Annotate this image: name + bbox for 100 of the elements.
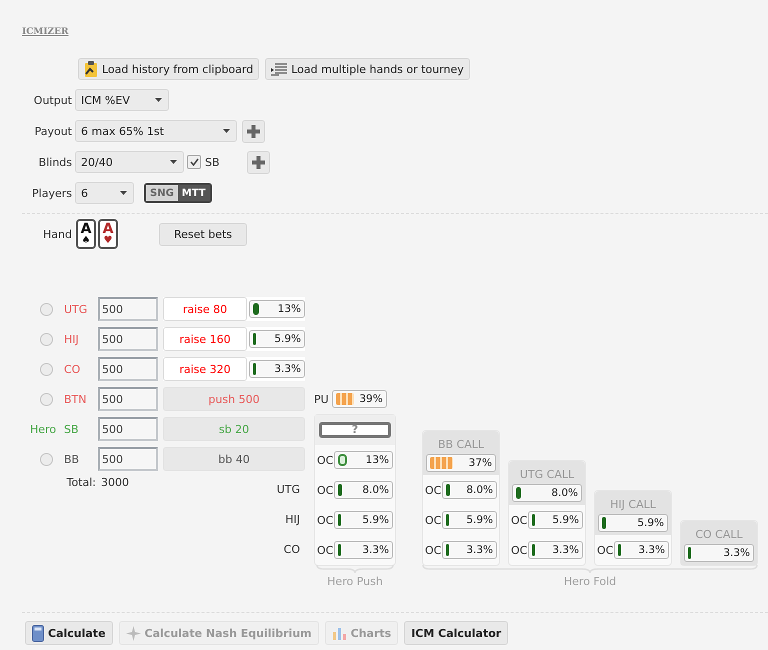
sb-checkbox[interactable]: [187, 155, 201, 169]
meter-label: PU: [314, 392, 329, 406]
panel-title: CO CALL: [695, 528, 743, 541]
meter-reading: 5.9%: [361, 514, 389, 526]
panel-title: BB CALL: [438, 438, 484, 451]
meter-reading: 13%: [364, 454, 389, 466]
meter-label: OC: [597, 544, 614, 556]
meter-reading: 3.3%: [722, 547, 750, 559]
meter-label: OC: [511, 544, 528, 556]
list-icon: [271, 62, 288, 76]
mode-toggle[interactable]: MTT: [178, 185, 210, 201]
field-label: Blinds: [38, 156, 73, 168]
meter-label: OC: [425, 514, 442, 526]
meter-label: OC: [425, 484, 442, 496]
radio-button[interactable]: [40, 392, 52, 406]
meter-reading: 5.9%: [551, 514, 579, 526]
calculator-icon: [32, 624, 44, 642]
plus-icon: [247, 124, 260, 138]
meter-label: OC: [317, 544, 334, 556]
position-label: HIJ: [64, 332, 79, 346]
question-button[interactable]: ?: [319, 422, 391, 438]
load-button[interactable]: Load multiple hands or tourney: [265, 58, 470, 80]
stack-field[interactable]: 500: [98, 417, 158, 441]
star-icon: [126, 626, 141, 640]
playing-card[interactable]: A ♥: [98, 219, 118, 249]
add-button[interactable]: [246, 150, 270, 174]
meter-reading: 8.0%: [361, 484, 389, 496]
meter-label: OC: [317, 454, 334, 466]
panel-title: HIJ CALL: [610, 498, 656, 511]
meter-reading: 3.3%: [273, 363, 301, 375]
meter-reading: 3.3%: [465, 544, 493, 556]
meter-reading: 37%: [468, 457, 492, 469]
field-label: Output: [32, 94, 73, 106]
action-label: push 500: [163, 387, 305, 411]
meter-label: OC: [317, 484, 334, 496]
group-caption: Hero Push: [327, 575, 383, 588]
stack-field[interactable]: 500: [98, 387, 158, 411]
meter-reading: 39%: [358, 393, 383, 405]
hand-label: Hand: [42, 228, 73, 240]
row-label: HIJ: [285, 512, 300, 526]
action-label: raise 80: [163, 297, 247, 321]
meter-reading: 5.9%: [465, 514, 493, 526]
group-caption: Hero Fold: [564, 575, 616, 588]
position-label: BB: [64, 452, 80, 466]
stack-field[interactable]: 500: [98, 357, 158, 381]
radio-button[interactable]: [40, 362, 52, 376]
action-button[interactable]: Calculate: [25, 621, 113, 645]
load-button[interactable]: Load history from clipboard: [78, 58, 260, 80]
add-button[interactable]: [242, 120, 265, 142]
stack-field[interactable]: 500: [98, 327, 158, 351]
meter-reading: 5.9%: [273, 333, 301, 345]
stack-field[interactable]: 500: [98, 447, 158, 471]
field-label: Players: [31, 186, 73, 200]
action-label: raise 160: [163, 327, 247, 351]
output-dropdown[interactable]: ICM %EV: [75, 89, 169, 111]
meter-reading: 3.3%: [551, 544, 579, 556]
meter-reading: 8.0%: [550, 487, 578, 499]
playing-card[interactable]: A ♠: [76, 219, 96, 249]
position-label: UTG: [64, 302, 88, 316]
action-button[interactable]: ICM Calculator: [404, 621, 508, 645]
meter-label: OC: [511, 514, 528, 526]
caret-icon: [223, 129, 230, 133]
action-label: bb 40: [163, 447, 305, 471]
reset-bets-button[interactable]: Reset bets: [159, 222, 248, 246]
field-label: Payout: [34, 124, 73, 138]
position-label: SB: [64, 422, 79, 436]
meter-label: OC: [425, 544, 442, 556]
radio-button[interactable]: [40, 332, 52, 346]
bar-chart-icon: [332, 626, 347, 640]
caret-icon: [120, 191, 127, 195]
meter-reading: 3.3%: [637, 544, 665, 556]
radio-button[interactable]: [40, 302, 52, 316]
action-label: raise 320: [163, 357, 247, 381]
plus-icon: [252, 156, 265, 168]
clipboard-icon: [84, 61, 98, 77]
position-label: CO: [64, 362, 80, 376]
payout-dropdown[interactable]: 6 max 65% 1st: [75, 120, 237, 142]
app-title: ICMIZER: [22, 27, 68, 37]
row-label: UTG: [276, 482, 300, 496]
total-value: 3000: [101, 476, 129, 488]
players-dropdown[interactable]: 6: [75, 182, 134, 204]
panel-title: UTG CALL: [520, 468, 574, 481]
meter-label: OC: [317, 514, 334, 526]
caret-icon: [155, 98, 162, 102]
meter-reading: 13%: [276, 303, 301, 315]
meter-reading: 8.0%: [465, 484, 493, 496]
total-label: Total:: [66, 476, 96, 488]
blinds-dropdown[interactable]: 20/40: [75, 151, 184, 173]
radio-button[interactable]: [40, 452, 52, 466]
stack-field[interactable]: 500: [98, 297, 158, 321]
row-label: CO: [284, 542, 300, 556]
position-label: BTN: [64, 392, 86, 406]
meter-reading: 5.9%: [636, 517, 664, 529]
caret-icon: [170, 160, 177, 164]
hero-label: Hero: [30, 422, 56, 436]
checkbox-label: SB: [205, 156, 220, 168]
action-label: sb 20: [163, 417, 305, 441]
mode-toggle[interactable]: SNG: [146, 185, 178, 201]
meter-reading: 3.3%: [361, 544, 389, 556]
check-icon: [190, 158, 198, 166]
